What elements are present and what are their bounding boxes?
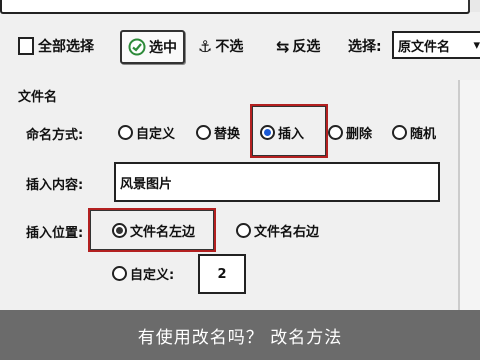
naming-mode-label: 命名方式: bbox=[26, 128, 84, 143]
section-title: 文件名 bbox=[18, 90, 58, 105]
caption-bar: 有使用改名吗？ 改名方法 bbox=[0, 310, 480, 360]
caption-text: 有使用改名吗？ 改名方法 bbox=[137, 327, 343, 348]
filter-label: 选择: bbox=[348, 39, 382, 55]
naming-mode-option-delete[interactable]: 删除 bbox=[328, 123, 372, 142]
unselect-button[interactable]: ⚓ 不选 bbox=[198, 33, 243, 59]
right-side-panel bbox=[458, 80, 480, 312]
radio-icon bbox=[328, 125, 343, 140]
filter-select[interactable]: 原文件名 ▾ bbox=[392, 31, 480, 59]
radio-selected-icon bbox=[112, 223, 127, 238]
radio-icon bbox=[196, 125, 211, 140]
top-bar-edge bbox=[468, 0, 480, 12]
invert-icon: ⇆ bbox=[276, 36, 290, 56]
radio-icon bbox=[118, 125, 133, 140]
select-label: 选中 bbox=[149, 40, 177, 56]
select-all-label: 全部选择 bbox=[38, 39, 94, 55]
insert-position-option-left[interactable]: 文件名左边 bbox=[112, 221, 195, 240]
radio-icon bbox=[236, 223, 251, 238]
insert-position-option-right[interactable]: 文件名右边 bbox=[236, 221, 319, 240]
top-input-bar[interactable] bbox=[0, 0, 470, 14]
insert-content-input[interactable]: 风景图片 bbox=[114, 162, 440, 202]
radio-icon bbox=[392, 125, 407, 140]
anchor-icon: ⚓ bbox=[198, 36, 213, 56]
radio-selected-icon bbox=[260, 125, 275, 140]
check-circle-icon bbox=[128, 38, 146, 56]
select-all-checkbox[interactable]: 全部选择 bbox=[18, 33, 94, 59]
insert-position-label: 插入位置: bbox=[26, 226, 84, 241]
naming-mode-option-replace[interactable]: 替换 bbox=[196, 123, 240, 142]
radio-icon bbox=[112, 266, 127, 281]
select-button[interactable]: 选中 bbox=[120, 30, 185, 64]
custom-position-input[interactable]: 2 bbox=[198, 254, 246, 294]
insert-content-value: 风景图片 bbox=[120, 176, 173, 192]
naming-mode-option-insert[interactable]: 插入 bbox=[260, 123, 304, 142]
naming-mode-option-custom[interactable]: 自定义 bbox=[118, 123, 175, 142]
invert-label: 反选 bbox=[292, 39, 321, 55]
unselect-label: 不选 bbox=[215, 39, 244, 55]
naming-mode-option-random[interactable]: 随机 bbox=[392, 123, 436, 142]
filter-select-value: 原文件名 bbox=[398, 39, 451, 55]
chevron-down-icon: ▾ bbox=[473, 37, 480, 53]
invert-button[interactable]: ⇆ 反选 bbox=[276, 33, 320, 59]
custom-position-value: 2 bbox=[217, 266, 227, 282]
checkbox-icon bbox=[18, 37, 34, 55]
selection-toolbar: 全部选择 选中 ⚓ 不选 ⇆ 反选 选择: 原文件名 ▾ bbox=[0, 26, 480, 68]
insert-content-label: 插入内容: bbox=[26, 178, 84, 193]
insert-position-option-custom[interactable]: 自定义: bbox=[112, 264, 174, 283]
